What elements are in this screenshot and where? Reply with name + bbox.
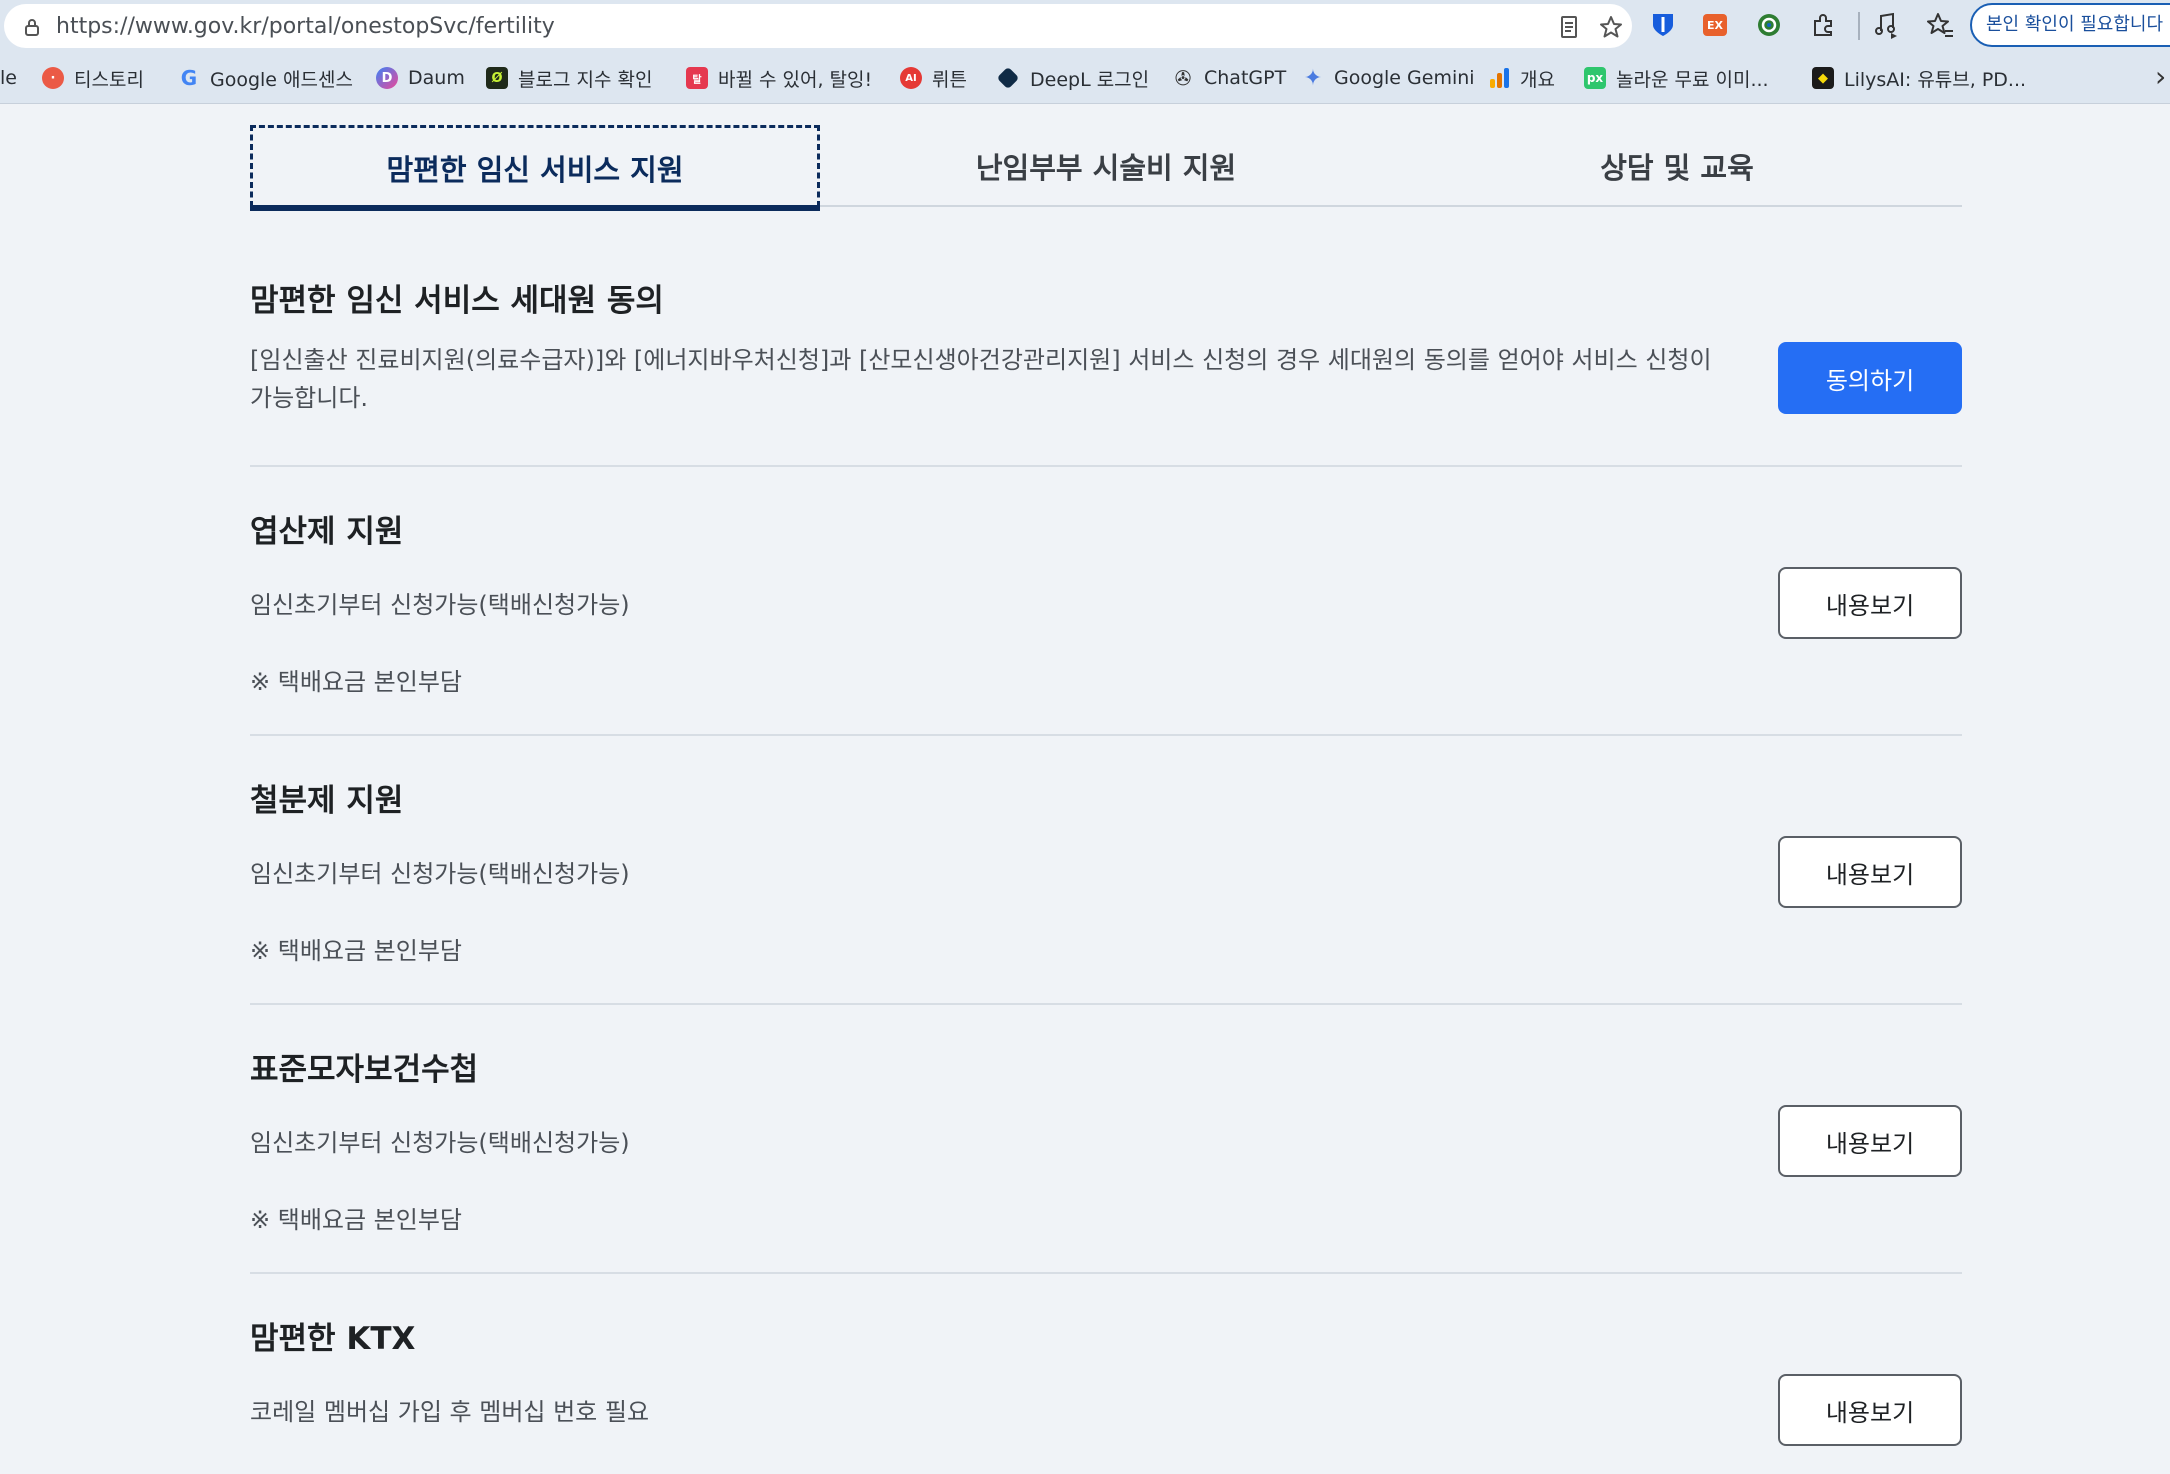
taling-icon: 탈 xyxy=(686,67,708,89)
service-tabs: 맘편한 임신 서비스 지원 난임부부 시술비 지원 상담 및 교육 xyxy=(250,125,1962,211)
bookmark-label: 블로그 지수 확인 xyxy=(518,68,653,91)
bookmark-label: 놀라운 무료 이미... xyxy=(1616,68,1769,91)
bookmarks-overflow-icon[interactable]: › xyxy=(2155,60,2166,93)
browser-toolbar: https://www.gov.kr/portal/onestopSvc/fer… xyxy=(0,0,2170,52)
bookmark-item[interactable]: px 놀라운 무료 이미... xyxy=(1584,64,1769,92)
bookmark-item[interactable]: · 티스토리 xyxy=(42,64,144,92)
service-note: ※ 택배요금 본인부담 xyxy=(250,937,463,965)
extensions-puzzle-icon[interactable] xyxy=(1808,10,1838,40)
media-control-icon[interactable] xyxy=(1872,10,1902,40)
reader-mode-icon[interactable] xyxy=(1556,14,1582,40)
gemini-icon: ✦ xyxy=(1303,65,1323,91)
service-item: 맘편한 KTX 코레일 멤버십 가입 후 멤버십 번호 필요 내용보기 xyxy=(250,1274,1962,1474)
bookmark-item[interactable]: AI 뤼튼 xyxy=(900,64,967,92)
bitwarden-extension-icon[interactable] xyxy=(1648,10,1678,40)
bookmark-label: 티스토리 xyxy=(74,68,144,91)
service-title: 맘편한 임신 서비스 세대원 동의 xyxy=(250,283,664,319)
service-title: 엽산제 지원 xyxy=(250,514,404,550)
bookmark-item[interactable]: D Daum xyxy=(376,64,465,92)
service-description: 임신초기부터 신청가능(택배신청가능) xyxy=(250,1129,630,1157)
bookmark-label: LilysAI: 유튜브, PD... xyxy=(1844,68,2027,91)
daum-icon: D xyxy=(376,67,398,89)
bookmark-label: Google 애드센스 xyxy=(210,68,353,91)
favorites-icon[interactable] xyxy=(1926,10,1956,40)
bookmark-item[interactable]: 개요 xyxy=(1488,64,1555,92)
url-text[interactable]: https://www.gov.kr/portal/onestopSvc/fer… xyxy=(56,14,555,39)
site-info-icon[interactable] xyxy=(22,17,42,37)
blog-index-icon: Ø xyxy=(486,67,508,89)
identity-verification-button[interactable]: 본인 확인이 필요합니다 xyxy=(1970,3,2170,47)
service-title: 철분제 지원 xyxy=(250,783,404,819)
service-note: ※ 택배요금 본인부담 xyxy=(250,668,463,696)
service-item: 엽산제 지원 임신초기부터 신청가능(택배신청가능) ※ 택배요금 본인부담 내… xyxy=(250,467,1962,736)
bookmark-label: 바뀔 수 있어, 탈잉! xyxy=(718,68,873,91)
bookmark-item[interactable]: ✦ Google Gemini xyxy=(1302,64,1475,92)
bookmark-item[interactable]: Ø 블로그 지수 확인 xyxy=(486,64,652,92)
view-details-button[interactable]: 내용보기 xyxy=(1778,836,1962,908)
page-content: 맘편한 임신 서비스 지원 난임부부 시술비 지원 상담 및 교육 맘편한 임신… xyxy=(0,105,2170,1453)
service-title: 표준모자보건수첩 xyxy=(250,1052,479,1088)
tab-counseling-education[interactable]: 상담 및 교육 xyxy=(1392,125,1962,207)
consent-button[interactable]: 동의하기 xyxy=(1778,342,1962,414)
bookmark-label: Google Gemini xyxy=(1334,67,1475,89)
bookmark-label: le xyxy=(0,67,17,89)
google-icon: G xyxy=(180,66,198,90)
toolbar-separator xyxy=(1858,12,1860,40)
bookmark-label: ChatGPT xyxy=(1204,67,1287,89)
tab-mompyeonhan-pregnancy[interactable]: 맘편한 임신 서비스 지원 xyxy=(250,125,820,211)
address-bar[interactable]: https://www.gov.kr/portal/onestopSvc/fer… xyxy=(4,4,1632,48)
bookmark-item[interactable]: G Google 애드센스 xyxy=(178,64,353,92)
ex-extension-icon[interactable]: EX xyxy=(1700,10,1730,40)
wrtn-icon: AI xyxy=(900,67,922,89)
deepl-icon xyxy=(996,66,1020,90)
service-description: [임신출산 진료비지원(의료수급자)]와 [에너지바우처신청]과 [산모신생아건… xyxy=(250,346,1712,412)
service-item: 철분제 지원 임신초기부터 신청가능(택배신청가능) ※ 택배요금 본인부담 내… xyxy=(250,736,1962,1005)
analytics-icon xyxy=(1488,67,1510,89)
bookmark-label: 개요 xyxy=(1520,68,1555,91)
bookmark-item[interactable]: ◆ LilysAI: 유튜브, PD... xyxy=(1812,64,2026,92)
bookmark-item[interactable]: DeepL 로그인 xyxy=(996,64,1150,92)
chatgpt-icon: ✇ xyxy=(1174,66,1192,90)
view-details-button[interactable]: 내용보기 xyxy=(1778,567,1962,639)
view-details-button[interactable]: 내용보기 xyxy=(1778,1374,1962,1446)
service-item: 표준모자보건수첩 임신초기부터 신청가능(택배신청가능) ※ 택배요금 본인부담… xyxy=(250,1005,1962,1274)
bookmark-star-icon[interactable] xyxy=(1598,14,1624,40)
bookmark-label: 뤼튼 xyxy=(932,68,967,91)
pixabay-icon: px xyxy=(1584,67,1606,89)
bookmark-label: DeepL 로그인 xyxy=(1030,68,1150,91)
tistory-icon: · xyxy=(42,67,64,89)
bookmark-item[interactable]: 탈 바뀔 수 있어, 탈잉! xyxy=(686,64,872,92)
bookmark-item[interactable]: ✇ ChatGPT xyxy=(1172,64,1287,92)
service-description: 임신초기부터 신청가능(택배신청가능) xyxy=(250,591,630,619)
service-item: 맘편한 임신 서비스 세대원 동의 [임신출산 진료비지원(의료수급자)]와 [… xyxy=(250,235,1962,467)
translate-extension-icon[interactable] xyxy=(1754,10,1784,40)
bookmark-label: Daum xyxy=(408,67,465,89)
service-note: ※ 택배요금 본인부담 xyxy=(250,1206,463,1234)
bookmark-item[interactable]: le xyxy=(0,64,17,92)
tab-infertility-support[interactable]: 난임부부 시술비 지원 xyxy=(821,125,1391,207)
service-description: 임신초기부터 신청가능(택배신청가능) xyxy=(250,860,630,888)
bookmarks-bar: le · 티스토리 G Google 애드센스 D Daum Ø 블로그 지수 … xyxy=(0,52,2170,104)
service-description: 코레일 멤버십 가입 후 멤버십 번호 필요 xyxy=(250,1398,650,1426)
service-title: 맘편한 KTX xyxy=(250,1321,416,1357)
lilys-icon: ◆ xyxy=(1812,67,1834,89)
view-details-button[interactable]: 내용보기 xyxy=(1778,1105,1962,1177)
